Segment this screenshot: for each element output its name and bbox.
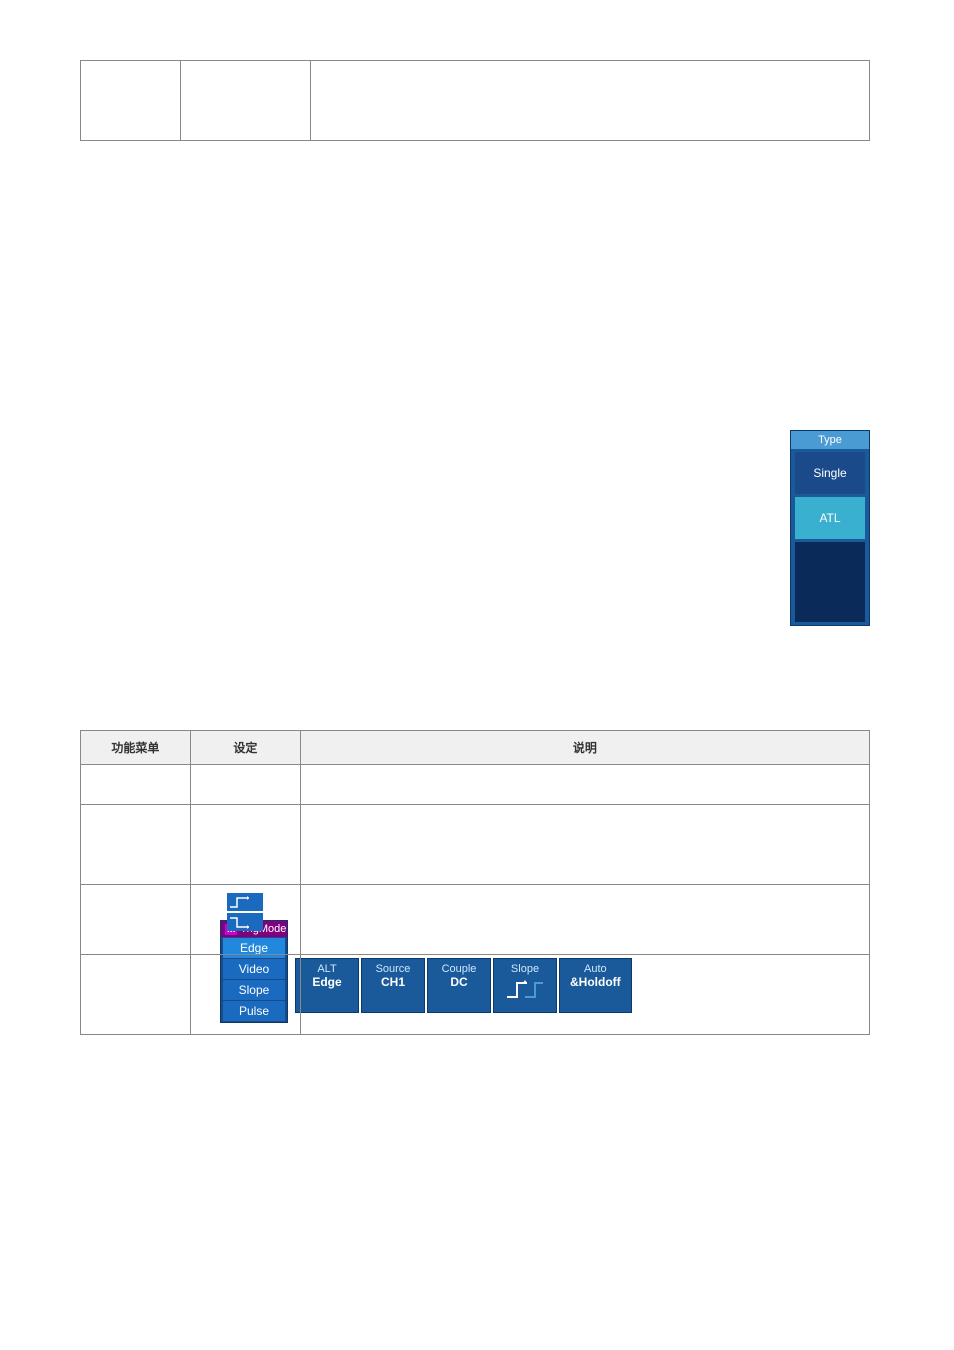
bottom-table-row2-col1 — [81, 805, 191, 885]
bottom-table-row1-col2 — [190, 765, 300, 805]
top-table-col3 — [310, 61, 869, 141]
top-table-col2 — [180, 61, 310, 141]
bottom-table-row3-col1 — [81, 885, 191, 955]
table-row — [81, 805, 870, 885]
slope-icons-container — [203, 893, 288, 931]
bottom-table-row4-col3 — [300, 955, 869, 1035]
bottom-table-row4-col1 — [81, 955, 191, 1035]
bottom-table-row3-col2 — [190, 885, 300, 955]
bottom-table-row2-col2 — [190, 805, 300, 885]
right-panel-btn-single[interactable]: Single — [795, 452, 865, 494]
top-table-col1 — [81, 61, 181, 141]
right-panel-dark-area — [795, 542, 865, 622]
table-row — [81, 955, 870, 1035]
bottom-table-row1-col3 — [300, 765, 869, 805]
top-table — [80, 60, 870, 141]
table-row — [81, 885, 870, 955]
right-panel: Type Single ATL — [790, 430, 870, 626]
bottom-table-header-col2: 设定 — [190, 731, 300, 765]
right-panel-title: Type — [791, 431, 869, 449]
bottom-table-header-col1: 功能菜单 — [81, 731, 191, 765]
bottom-table-row4-col2 — [190, 955, 300, 1035]
bottom-table-row1-col1 — [81, 765, 191, 805]
bottom-table-row2-col3 — [300, 805, 869, 885]
bottom-table: 功能菜单 设定 说明 — [80, 730, 870, 1035]
bottom-table-row3-col3 — [300, 885, 869, 955]
rising-slope-icon — [227, 893, 263, 911]
table-row — [81, 765, 870, 805]
bottom-table-header-col3: 说明 — [300, 731, 869, 765]
right-panel-btn-atl[interactable]: ATL — [795, 497, 865, 539]
falling-slope-icon — [227, 913, 263, 931]
